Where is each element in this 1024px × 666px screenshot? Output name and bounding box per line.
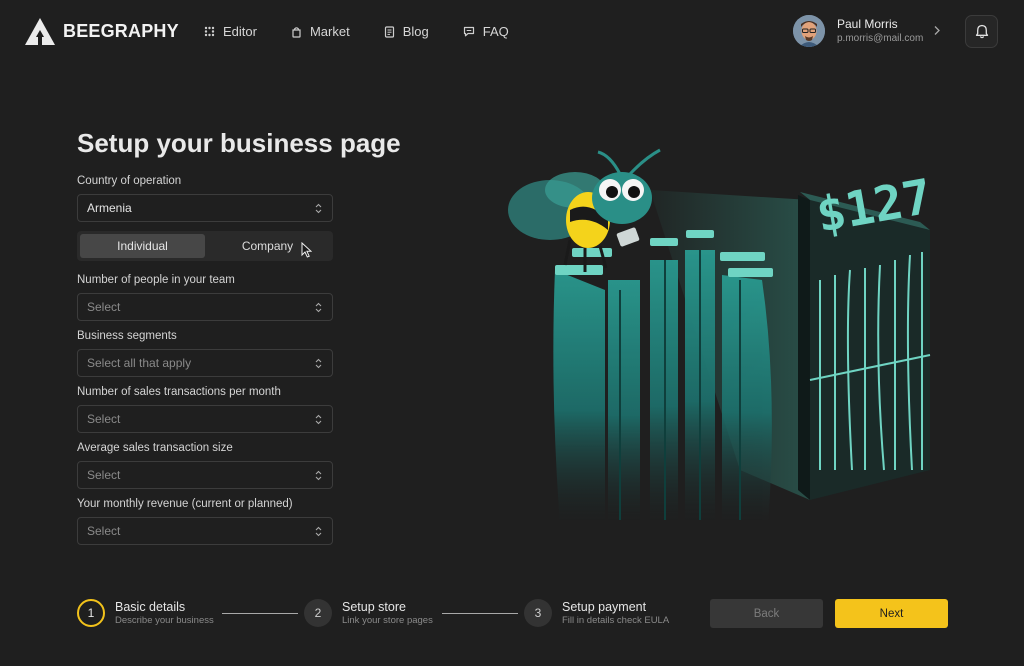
country-value: Armenia [87,201,132,215]
step-title: Basic details [115,599,186,614]
segments-select[interactable]: Select all that apply [77,349,333,377]
updown-chevron-icon [315,358,322,369]
nav-market[interactable]: Market [291,24,350,39]
user-email: p.morris@mail.com [837,33,924,44]
step-subtitle: Describe your business [115,614,214,626]
nav-blog[interactable]: Blog [384,24,429,39]
team-size-label: Number of people in your team [77,274,235,286]
segments-label: Business segments [77,330,177,342]
bell-icon [975,24,988,39]
user-info: Paul Morris p.morris@mail.com [837,17,933,45]
next-button[interactable]: Next [835,599,948,628]
grid-dots-icon [204,26,215,37]
step-title: Setup store [342,599,406,614]
step-connector [222,613,298,614]
step-setup-payment[interactable]: 3 Setup payment Fill in details check EU… [524,599,669,627]
nav-blog-label: Blog [402,24,429,39]
step-connector [442,613,518,614]
updown-chevron-icon [315,414,322,425]
step-number: 1 [77,599,105,627]
transactions-label: Number of sales transactions per month [77,386,281,398]
step-subtitle: Link your store pages [342,614,433,626]
bee-illustration: $127 [508,148,936,520]
step-number: 3 [524,599,552,627]
nav-faq[interactable]: FAQ [463,24,509,39]
avatar [793,15,825,47]
country-label: Country of operation [77,175,182,187]
revenue-select[interactable]: Select [77,517,333,545]
revenue-placeholder: Select [87,524,121,538]
updown-chevron-icon [315,526,322,537]
mouse-pointer-icon [301,242,312,258]
segments-placeholder: Select all that apply [87,356,192,370]
step-basic-details[interactable]: 1 Basic details Describe your business [77,599,214,627]
nav-editor[interactable]: Editor [204,24,257,39]
revenue-label: Your monthly revenue (current or planned… [77,498,293,510]
step-setup-store[interactable]: 2 Setup store Link your store pages [304,599,433,627]
user-name: Paul Morris [837,17,898,31]
nav-faq-label: FAQ [482,24,509,39]
page-title: Setup your business page [77,128,401,158]
team-size-placeholder: Select [87,300,121,314]
transactions-select[interactable]: Select [77,405,333,433]
chat-icon [463,26,474,37]
main-nav: Editor Market Blog FAQ [204,24,543,39]
step-title: Setup payment [562,599,647,614]
nav-market-label: Market [309,24,350,39]
toggle-individual[interactable]: Individual [80,234,205,258]
updown-chevron-icon [315,302,322,313]
transactions-placeholder: Select [87,412,121,426]
back-button[interactable]: Back [710,599,823,628]
notifications-button[interactable] [965,15,998,48]
updown-chevron-icon [315,470,322,481]
nav-editor-label: Editor [223,24,257,39]
country-select[interactable]: Armenia [77,194,333,222]
updown-chevron-icon [315,203,322,214]
bag-icon [292,26,301,38]
step-subtitle: Fill in details check EULA [562,614,670,626]
chevron-right-icon [934,26,940,35]
account-type-toggle: Individual Company [77,231,333,261]
user-menu[interactable]: Paul Morris p.morris@mail.com [793,15,940,47]
brand-logo[interactable]: BEEGRAPHY [25,18,179,45]
team-size-select[interactable]: Select [77,293,333,321]
avg-size-placeholder: Select [87,468,121,482]
avg-size-select[interactable]: Select [77,461,333,489]
brand-name: BEEGRAPHY [63,21,179,41]
step-number: 2 [304,599,332,627]
avg-size-label: Average sales transaction size [77,442,233,454]
logo-icon [25,18,55,45]
document-icon [384,25,394,38]
